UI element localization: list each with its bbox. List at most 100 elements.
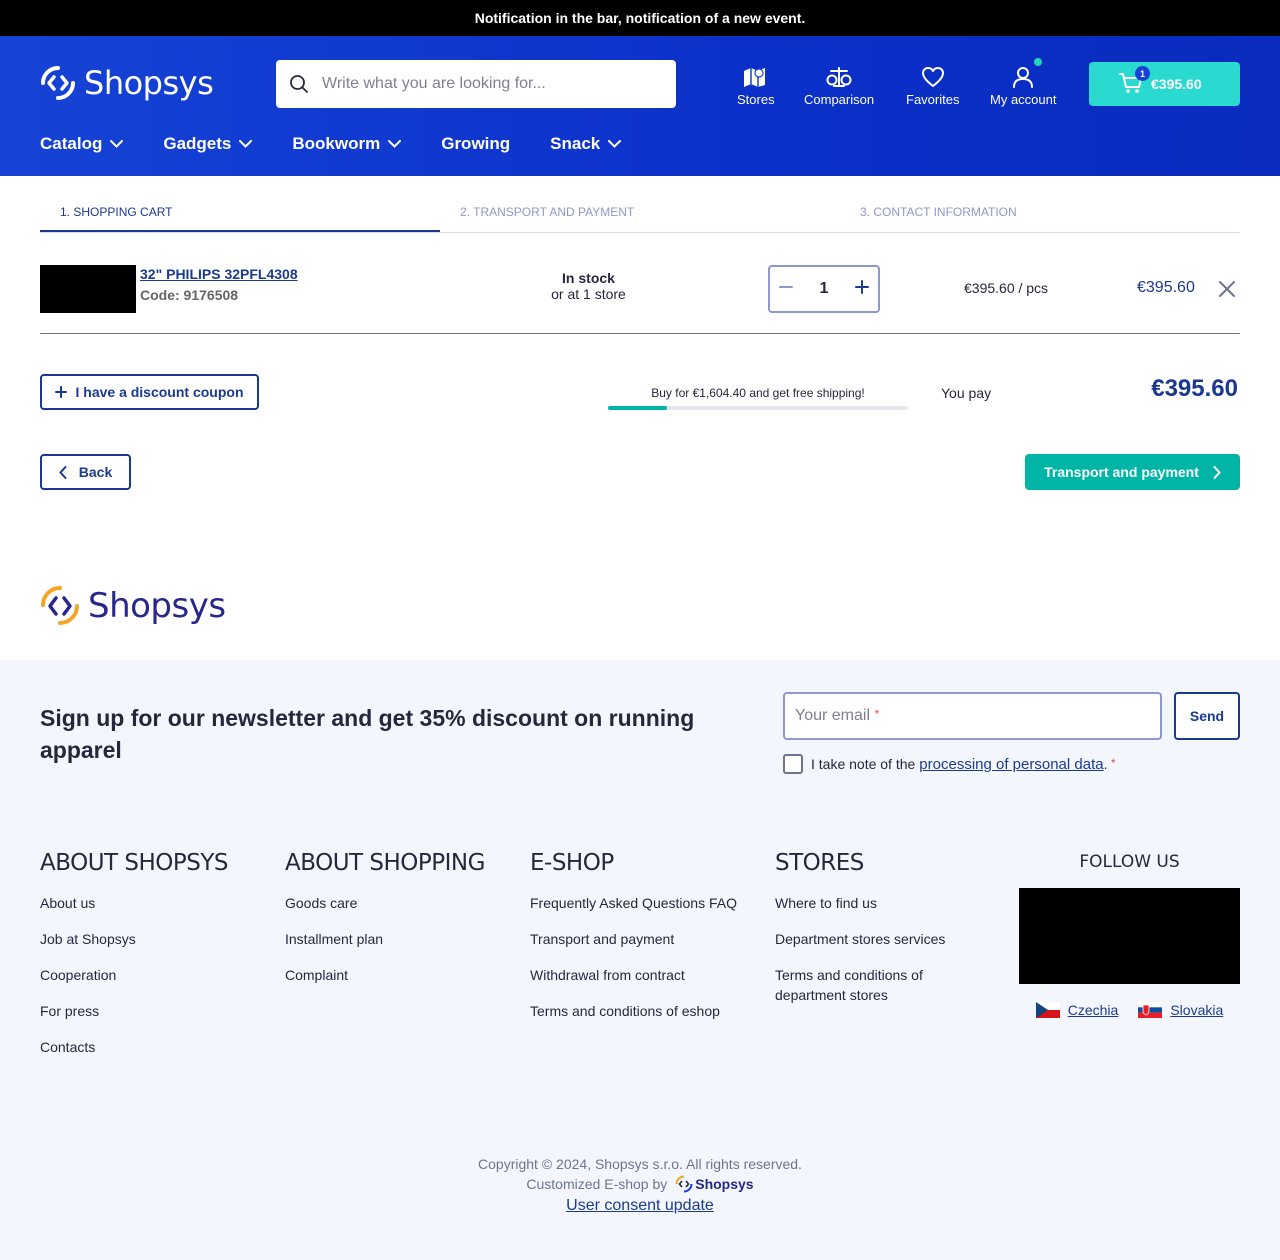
country-slovakia[interactable]: Slovakia: [1138, 1002, 1223, 1018]
step-transport-payment[interactable]: 2. TRANSPORT AND PAYMENT: [440, 196, 840, 232]
nav-growing-label: Growing: [441, 134, 511, 153]
free-shipping-text: Buy for €1,604.40 and get free shipping!: [651, 386, 865, 400]
discount-coupon-button[interactable]: I have a discount coupon: [40, 374, 259, 410]
footer-link[interactable]: For press: [40, 1001, 270, 1021]
email-field[interactable]: Your email *: [783, 692, 1162, 740]
plus-icon[interactable]: [854, 279, 870, 300]
czechia-link[interactable]: Czechia: [1068, 1002, 1119, 1018]
footer-link[interactable]: Department stores services: [775, 929, 995, 949]
unit-price: €395.60 / pcs: [964, 280, 1049, 296]
copyright-block: Copyright © 2024, Shopsys s.r.o. All rig…: [0, 1154, 1280, 1216]
nav-gadgets-label: Gadgets: [163, 134, 232, 153]
product-name-link[interactable]: 32" PHILIPS 32PFL4308: [140, 266, 298, 282]
heart-icon: [921, 62, 945, 88]
comparison-label: Comparison: [804, 92, 875, 107]
footer-link[interactable]: Contacts: [40, 1037, 270, 1057]
you-pay-label: You pay: [941, 385, 992, 401]
search-input[interactable]: [322, 75, 662, 93]
footer-link[interactable]: Withdrawal from contract: [530, 965, 760, 985]
close-icon[interactable]: [1218, 280, 1236, 303]
user-consent-update-link[interactable]: User consent update: [0, 1196, 1280, 1216]
status-dot: [1034, 58, 1043, 66]
footer-col-title: ABOUT SHOPSYS: [40, 850, 229, 876]
map-icon: [743, 62, 769, 88]
item-total-price: €395.60: [1137, 279, 1195, 296]
product-image[interactable]: [40, 265, 136, 313]
back-button[interactable]: Back: [40, 454, 131, 490]
store-availability: or at 1 store: [551, 286, 626, 302]
you-pay-total: €395.60: [1151, 375, 1238, 402]
logo-icon: [41, 66, 75, 100]
account-label: My account: [990, 92, 1057, 107]
follow-us-title: FOLLOW US: [1079, 852, 1180, 872]
user-icon: [1012, 58, 1043, 88]
step-contact-information[interactable]: 3. CONTACT INFORMATION: [840, 196, 1240, 232]
transport-payment-button[interactable]: Transport and payment: [1025, 454, 1240, 490]
product-code: Code: 9176508: [140, 287, 239, 303]
footer-col-eshop: E-SHOP Frequently Asked Questions FAQ Tr…: [530, 850, 760, 1037]
category-nav: Catalog Gadgets Bookworm Growing Snack: [40, 132, 661, 156]
footer-link[interactable]: Cooperation: [40, 965, 270, 985]
quantity-value[interactable]: 1: [820, 280, 829, 298]
chevron-down-icon: [608, 140, 622, 148]
footer-col-stores: STORES Where to find us Department store…: [775, 850, 995, 1021]
footer-link[interactable]: Transport and payment: [530, 929, 760, 949]
step-shopping-cart[interactable]: 1. SHOPPING CART: [40, 196, 440, 232]
footer-link[interactable]: About us: [40, 893, 270, 913]
country-switcher: Czechia Slovakia: [1019, 1002, 1240, 1018]
chevron-down-icon: [110, 140, 124, 148]
stock-status: In stock: [562, 270, 615, 286]
nav-gadgets[interactable]: Gadgets: [163, 132, 253, 156]
send-button[interactable]: Send: [1174, 692, 1240, 740]
footer-link[interactable]: Terms and conditions of department store…: [775, 965, 995, 1005]
footer-link[interactable]: Frequently Asked Questions FAQ: [530, 893, 760, 913]
stores-link[interactable]: Stores: [737, 62, 775, 107]
footer-link[interactable]: Goods care: [285, 893, 515, 913]
copyright-text: Copyright © 2024, Shopsys s.r.o. All rig…: [478, 1156, 802, 1172]
search-icon[interactable]: [276, 60, 322, 108]
footer-col-title: STORES: [775, 850, 864, 876]
header: Shopsys Stores Comparison Favorites My a…: [0, 36, 1280, 176]
footer-link[interactable]: Installment plan: [285, 929, 515, 949]
customized-by: Customized E-shop by Shopsys: [0, 1174, 1280, 1194]
slovakia-link[interactable]: Slovakia: [1170, 1002, 1223, 1018]
nav-catalog[interactable]: Catalog: [40, 132, 124, 156]
footer-link[interactable]: Job at Shopsys: [40, 929, 270, 949]
follow-us: FOLLOW US Czechia Slovakia: [1019, 852, 1240, 1018]
logo[interactable]: Shopsys: [40, 64, 214, 102]
favorites-link[interactable]: Favorites: [906, 62, 959, 107]
cart-total: €395.60: [1151, 76, 1202, 92]
footer-col-title: ABOUT SHOPPING: [285, 850, 485, 876]
required-marker: *: [874, 707, 880, 721]
footer-link[interactable]: Where to find us: [775, 893, 995, 913]
notification-bar: Notification in the bar, notification of…: [0, 0, 1280, 36]
nav-snack[interactable]: Snack: [550, 132, 622, 156]
consent-checkbox[interactable]: [783, 754, 803, 774]
nav-catalog-label: Catalog: [40, 134, 103, 153]
my-account-link[interactable]: My account: [990, 58, 1057, 107]
country-czechia[interactable]: Czechia: [1035, 1002, 1119, 1018]
comparison-link[interactable]: Comparison: [804, 62, 874, 107]
footer-link[interactable]: Complaint: [285, 965, 515, 985]
nav-bookworm[interactable]: Bookworm: [292, 132, 402, 156]
footer-logo-text: Shopsys: [88, 586, 226, 626]
chevron-down-icon: [388, 140, 402, 148]
search-bar: [276, 60, 676, 108]
cart-button[interactable]: 1 €395.60: [1089, 62, 1240, 106]
cart-count-badge: 1: [1135, 66, 1150, 81]
footer-logo[interactable]: Shopsys: [40, 585, 226, 627]
logo-icon: [41, 586, 79, 625]
footer: Sign up for our newsletter and get 35% d…: [0, 660, 1280, 1260]
mini-logo-text: Shopsys: [695, 1176, 754, 1192]
checkout-steps: 1. SHOPPING CART 2. TRANSPORT AND PAYMEN…: [40, 196, 1240, 233]
nav-bookworm-label: Bookworm: [292, 134, 381, 153]
chevron-left-icon: [58, 465, 67, 479]
notification-text: Notification in the bar, notification of…: [474, 10, 806, 26]
social-icons[interactable]: [1019, 888, 1240, 984]
personal-data-link[interactable]: processing of personal data: [919, 756, 1103, 773]
nav-growing[interactable]: Growing: [441, 132, 510, 156]
consent-row: I take note of the processing of persona…: [783, 754, 1116, 774]
footer-link[interactable]: Terms and conditions of eshop: [530, 1001, 760, 1021]
shopsys-mini-logo[interactable]: Shopsys: [675, 1174, 754, 1194]
minus-icon[interactable]: [778, 279, 794, 300]
